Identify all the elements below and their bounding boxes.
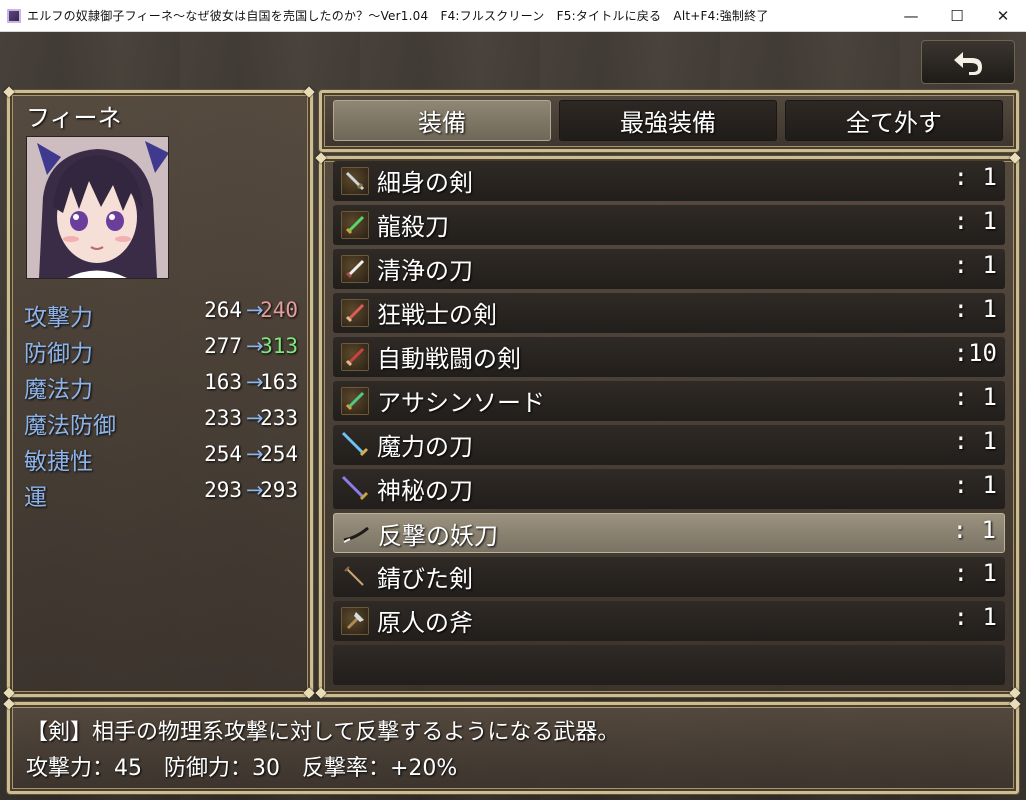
minimize-button[interactable]: — bbox=[888, 0, 934, 31]
stat-new: 293 bbox=[260, 478, 298, 502]
purple-blade-icon bbox=[341, 475, 369, 503]
item-name: 細身の剣 bbox=[377, 169, 473, 197]
green-sword-icon bbox=[341, 387, 369, 415]
item-count: : 1 bbox=[953, 295, 997, 323]
stat-new: 233 bbox=[260, 406, 298, 430]
item-name: 原人の斧 bbox=[377, 609, 473, 637]
item-name: 狂戦士の剣 bbox=[377, 301, 497, 329]
item-row[interactable]: 自動戦闘の剣 :10 bbox=[333, 337, 1005, 377]
item-row[interactable]: 狂戦士の剣 : 1 bbox=[333, 293, 1005, 333]
maximize-button[interactable]: ☐ bbox=[934, 0, 980, 31]
back-button[interactable] bbox=[921, 40, 1015, 84]
clear-command[interactable]: 全て外す bbox=[785, 100, 1003, 141]
item-row-selected[interactable]: 反撃の妖刀 : 1 bbox=[333, 513, 1005, 553]
red-sword-icon bbox=[341, 343, 369, 371]
item-name: 魔力の刀 bbox=[377, 433, 473, 461]
stat-current: 264 bbox=[204, 298, 242, 322]
item-row[interactable]: 神秘の刀 : 1 bbox=[333, 469, 1005, 509]
window-title: エルフの奴隷御子フィーネ～なぜ彼女は自国を売国したのか？～Ver1.04 F4:… bbox=[27, 9, 769, 23]
item-count: : 1 bbox=[953, 163, 997, 191]
rusty-sword-icon bbox=[341, 563, 369, 591]
minimize-icon: — bbox=[903, 6, 919, 25]
item-name: 反撃の妖刀 bbox=[378, 522, 498, 550]
item-count: : 1 bbox=[953, 207, 997, 235]
stat-label: 魔法力 bbox=[24, 377, 93, 403]
item-row[interactable]: 原人の斧 : 1 bbox=[333, 601, 1005, 641]
blue-blade-icon bbox=[341, 431, 369, 459]
white-sword-icon bbox=[341, 255, 369, 283]
item-name: 自動戦闘の剣 bbox=[377, 345, 521, 373]
item-count: : 1 bbox=[953, 383, 997, 411]
actor-face-image bbox=[27, 137, 168, 278]
item-row[interactable]: 細身の剣 : 1 bbox=[333, 161, 1005, 201]
stat-label: 攻撃力 bbox=[24, 305, 93, 331]
item-name: 龍殺刀 bbox=[377, 213, 449, 241]
item-count: :10 bbox=[953, 339, 997, 367]
item-name: 神秘の刀 bbox=[377, 477, 473, 505]
item-name: アサシンソード bbox=[377, 389, 545, 417]
item-name: 錆びた剣 bbox=[377, 565, 473, 593]
item-row[interactable]: 龍殺刀 : 1 bbox=[333, 205, 1005, 245]
stat-current: 163 bbox=[204, 370, 242, 394]
item-row[interactable]: 錆びた剣 : 1 bbox=[333, 557, 1005, 597]
item-count: : 1 bbox=[952, 516, 996, 544]
stat-label: 運 bbox=[24, 485, 47, 511]
stat-label: 魔法防御 bbox=[24, 413, 116, 439]
stat-row-magic: 魔法力 163 → 163 bbox=[24, 370, 300, 403]
stat-new: 163 bbox=[260, 370, 298, 394]
return-arrow-icon bbox=[954, 52, 982, 75]
item-row[interactable]: 魔力の刀 : 1 bbox=[333, 425, 1005, 465]
close-icon: ✕ bbox=[996, 6, 1010, 25]
stat-new: 240 bbox=[260, 298, 298, 322]
item-count: : 1 bbox=[953, 427, 997, 455]
stat-new: 313 bbox=[260, 334, 298, 358]
green-sword-icon bbox=[341, 211, 369, 239]
katana-icon bbox=[342, 520, 370, 548]
item-count: : 1 bbox=[953, 471, 997, 499]
item-row[interactable]: 清浄の刀 : 1 bbox=[333, 249, 1005, 289]
item-count: : 1 bbox=[953, 251, 997, 279]
axe-icon bbox=[341, 607, 369, 635]
item-row-empty bbox=[333, 645, 1005, 685]
stat-row-agility: 敏捷性 254 → 254 bbox=[24, 442, 300, 475]
optimize-command[interactable]: 最強装備 bbox=[559, 100, 777, 141]
clear-command-label: 全て外す bbox=[846, 109, 942, 137]
actor-name: フィーネ bbox=[26, 104, 122, 132]
item-row[interactable]: アサシンソード : 1 bbox=[333, 381, 1005, 421]
help-description: 【剣】相手の物理系攻撃に対して反撃するようになる武器。 bbox=[26, 720, 620, 745]
stat-current: 293 bbox=[204, 478, 242, 502]
equip-command[interactable]: 装備 bbox=[333, 100, 551, 141]
actor-portrait bbox=[26, 136, 169, 279]
stat-row-magic-defense: 魔法防御 233 → 233 bbox=[24, 406, 300, 439]
help-stats: 攻撃力：45 防御力：30 反撃率：+20% bbox=[26, 756, 458, 781]
maximize-icon: ☐ bbox=[950, 6, 964, 25]
equip-command-label: 装備 bbox=[418, 109, 466, 137]
item-count: : 1 bbox=[953, 603, 997, 631]
stat-label: 防御力 bbox=[24, 341, 93, 367]
rapier-icon bbox=[341, 167, 369, 195]
stat-row-luck: 運 293 → 293 bbox=[24, 478, 300, 511]
stat-row-defense: 防御力 277 → 313 bbox=[24, 334, 300, 367]
close-button[interactable]: ✕ bbox=[980, 0, 1026, 31]
stat-current: 233 bbox=[204, 406, 242, 430]
window-titlebar: エルフの奴隷御子フィーネ～なぜ彼女は自国を売国したのか？～Ver1.04 F4:… bbox=[0, 0, 1026, 32]
stat-label: 敏捷性 bbox=[24, 449, 93, 475]
optimize-command-label: 最強装備 bbox=[620, 109, 716, 137]
app-icon bbox=[7, 8, 21, 23]
item-count: : 1 bbox=[953, 559, 997, 587]
stat-new: 254 bbox=[260, 442, 298, 466]
stat-current: 254 bbox=[204, 442, 242, 466]
stat-current: 277 bbox=[204, 334, 242, 358]
red-sword-icon bbox=[341, 299, 369, 327]
item-name: 清浄の刀 bbox=[377, 257, 473, 285]
stat-row-attack: 攻撃力 264 → 240 bbox=[24, 298, 300, 331]
